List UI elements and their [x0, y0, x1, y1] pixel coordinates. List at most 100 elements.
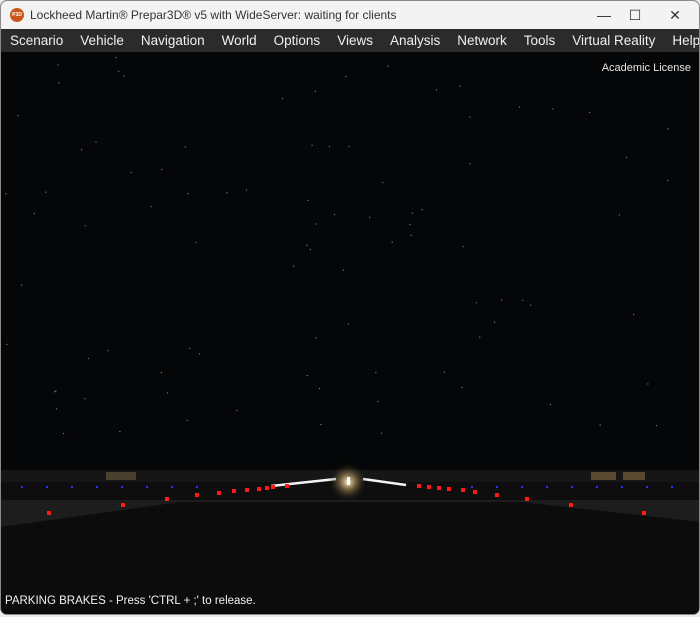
star — [198, 353, 201, 355]
star — [421, 209, 423, 211]
edge-light — [285, 484, 289, 488]
star — [588, 111, 591, 113]
edge-light — [257, 487, 261, 491]
edge-light — [217, 491, 221, 495]
edge-light — [121, 503, 125, 507]
star — [443, 371, 445, 373]
edge-light — [525, 497, 529, 501]
edge-light — [47, 511, 51, 515]
menu-vehicle[interactable]: Vehicle — [72, 33, 132, 48]
star — [328, 146, 331, 148]
menu-help[interactable]: Help — [664, 33, 699, 48]
star — [667, 179, 669, 182]
star — [552, 108, 554, 110]
edge-light — [569, 503, 573, 507]
edge-light — [265, 486, 269, 490]
star — [307, 199, 309, 201]
star — [115, 56, 117, 58]
star — [84, 398, 86, 400]
edge-light — [232, 489, 236, 493]
taxiway-light — [96, 486, 98, 488]
star — [479, 336, 481, 338]
simulator-viewport[interactable]: Academic License PARKING BRAKES - Press … — [1, 52, 699, 614]
taxiway-light — [71, 486, 73, 488]
star — [184, 146, 186, 148]
star — [391, 241, 393, 243]
star — [130, 171, 132, 174]
star — [334, 213, 336, 216]
menu-options[interactable]: Options — [266, 33, 329, 48]
p3d-logo-icon: P3D — [10, 8, 24, 22]
menu-network[interactable]: Network — [449, 33, 515, 48]
star — [387, 65, 389, 67]
star — [20, 284, 23, 286]
menu-bar: Scenario Vehicle Navigation World Option… — [1, 29, 699, 52]
star — [55, 408, 58, 410]
star — [187, 192, 189, 195]
taxiway-light — [596, 486, 598, 488]
taxiway-light — [196, 486, 198, 488]
menu-tools[interactable]: Tools — [516, 33, 564, 48]
menu-virtual-reality[interactable]: Virtual Reality — [564, 33, 663, 48]
title-bar: P3D Lockheed Martin® Prepar3D® v5 with W… — [1, 1, 699, 29]
star — [625, 156, 628, 159]
window-title: Lockheed Martin® Prepar3D® v5 with WideS… — [30, 8, 397, 22]
star — [369, 216, 371, 218]
star — [530, 304, 532, 306]
star — [522, 299, 524, 301]
maximize-button[interactable]: ☐ — [616, 1, 654, 29]
menu-views[interactable]: Views — [329, 33, 381, 48]
edge-light — [417, 484, 421, 488]
star — [410, 234, 412, 236]
license-label: Academic License — [601, 62, 691, 74]
star — [655, 424, 658, 427]
edge-light — [195, 493, 199, 497]
taxiway-light — [671, 486, 673, 488]
edge-light — [473, 490, 477, 494]
star — [306, 244, 308, 246]
star — [461, 386, 463, 389]
star — [84, 225, 86, 227]
star — [469, 116, 471, 118]
edge-light — [271, 485, 275, 489]
star — [618, 214, 620, 216]
star — [17, 115, 19, 117]
star — [599, 424, 601, 426]
close-button[interactable]: ✕ — [656, 1, 694, 29]
star — [409, 224, 411, 226]
star — [33, 213, 35, 215]
menu-scenario[interactable]: Scenario — [1, 33, 71, 48]
star — [519, 106, 521, 108]
star — [347, 323, 349, 325]
stars — [5, 56, 669, 435]
menu-navigation[interactable]: Navigation — [133, 33, 213, 48]
star — [647, 383, 649, 385]
star — [62, 432, 65, 435]
star — [123, 75, 125, 77]
taxiway-light — [646, 486, 648, 488]
star — [189, 347, 191, 349]
taxiway-light — [496, 486, 498, 488]
star — [161, 168, 163, 171]
menu-analysis[interactable]: Analysis — [382, 33, 448, 48]
star — [195, 241, 197, 244]
star — [348, 145, 350, 147]
menu-world[interactable]: World — [214, 33, 265, 48]
star — [107, 350, 109, 352]
taxiway-light — [546, 486, 548, 488]
edge-light — [245, 488, 249, 492]
star — [411, 212, 414, 214]
star — [293, 265, 295, 267]
star — [380, 432, 383, 434]
star — [87, 357, 89, 360]
star — [150, 205, 152, 208]
edge-light — [165, 497, 169, 501]
star — [500, 299, 503, 301]
star — [160, 372, 163, 374]
app-window: P3D Lockheed Martin® Prepar3D® v5 with W… — [0, 0, 700, 615]
star — [311, 144, 313, 146]
star — [667, 128, 669, 130]
taxiway-light — [571, 486, 573, 488]
star — [320, 423, 322, 426]
edge-light — [461, 488, 465, 492]
